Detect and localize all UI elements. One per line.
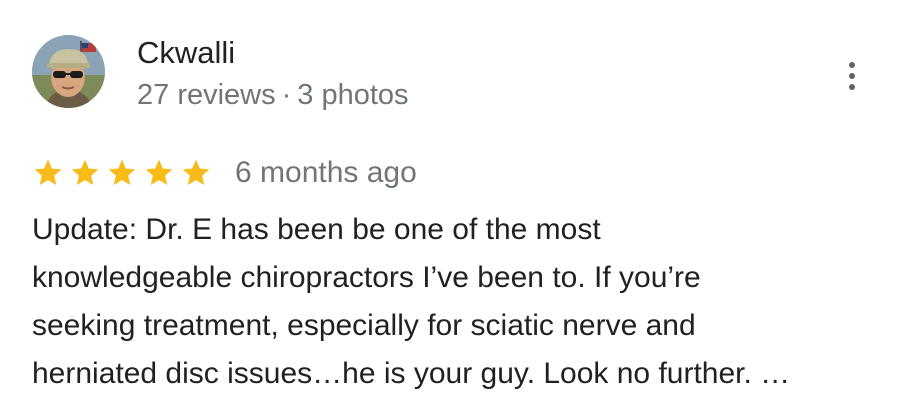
- review-text-line: herniated disc issues…he is your guy. Lo…: [32, 357, 791, 390]
- more-options-button[interactable]: [836, 58, 868, 94]
- photos-count[interactable]: 3 photos: [297, 79, 408, 111]
- star-rating: [32, 157, 217, 189]
- star-icon: [34, 159, 62, 185]
- reviewer-name[interactable]: Ckwalli: [137, 34, 235, 72]
- star-icon: [145, 159, 173, 185]
- star-icon: [108, 159, 136, 185]
- rating-row: 6 months ago: [32, 153, 417, 193]
- review-text-line: seeking treatment, especially for sciati…: [32, 309, 696, 342]
- avatar[interactable]: [32, 35, 105, 108]
- star-icon: [71, 159, 99, 185]
- review-text-line: knowledgeable chiropractors I’ve been to…: [32, 261, 701, 294]
- avatar-photo: [32, 35, 105, 108]
- review-text-line: Update: Dr. E has been be one of the mos…: [32, 213, 601, 246]
- review-text: Update: Dr. E has been be one of the mos…: [32, 206, 872, 398]
- reviewer-meta: 27 reviews · 3 photos: [137, 77, 409, 113]
- review-date: 6 months ago: [235, 156, 417, 189]
- reviews-count[interactable]: 27 reviews: [137, 79, 276, 111]
- more-vert-icon: [849, 62, 855, 68]
- star-icon: [182, 159, 210, 185]
- meta-separator: ·: [281, 79, 292, 111]
- review-card: Ckwalli 27 reviews · 3 photos 6 months ago…: [0, 0, 900, 410]
